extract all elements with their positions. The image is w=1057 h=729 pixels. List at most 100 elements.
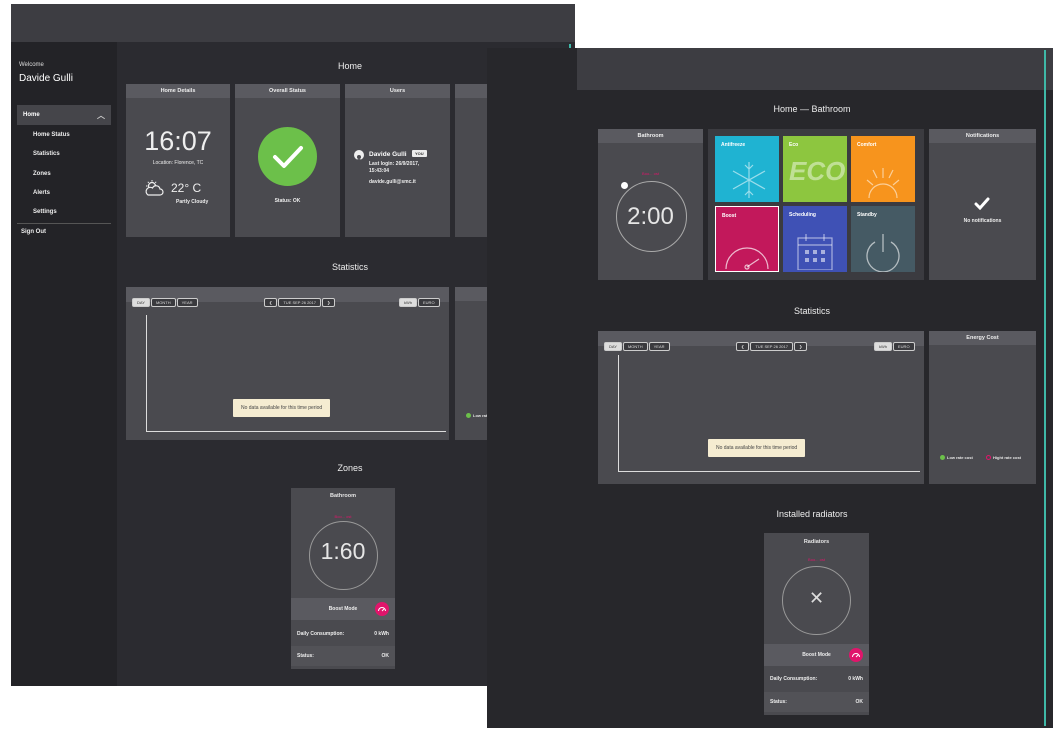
low-rate-legend-icon — [940, 455, 945, 460]
boost-toggle-icon[interactable] — [375, 602, 389, 616]
welcome-label: Welcome — [19, 62, 44, 68]
status-value: OK — [855, 699, 864, 705]
bathroom-window: Home — Bathroom Bathroom Boo... ost 2:00… — [487, 48, 1053, 728]
year-button[interactable]: YEAR — [648, 342, 670, 351]
user-name: Davide Gulli — [369, 151, 407, 158]
calendar-icon — [797, 234, 833, 270]
sidebar-item-home[interactable]: Home ︿ — [17, 105, 111, 125]
euro-button[interactable]: EURO — [893, 342, 915, 351]
radiators-title: Installed radiators — [776, 509, 848, 519]
zone-card[interactable]: Bathroom Boo... ost 1:60 Boost Mode Dail… — [291, 488, 395, 669]
zone-name: Bathroom — [330, 493, 356, 499]
scroll-accent-line — [1044, 50, 1046, 726]
date-navigator: ❮ TUE SEP 26 2017 ❯ — [736, 335, 808, 353]
title-bar — [11, 4, 575, 42]
checkmark-icon — [974, 197, 990, 211]
month-button[interactable]: MONTH — [622, 342, 648, 351]
low-rate-legend-icon — [466, 413, 471, 418]
boost-label: Boo... ost — [334, 514, 352, 519]
euro-button[interactable]: EURO — [418, 298, 440, 307]
mode-tile-standby[interactable]: Standby — [851, 206, 915, 272]
no-data-message: No data available for this time period — [708, 439, 806, 457]
sidebar-item-zones[interactable]: Zones — [33, 171, 51, 177]
dial-handle[interactable] — [621, 182, 628, 189]
statistics-title: Statistics — [793, 306, 830, 316]
mode-tile-boost[interactable]: Boost — [715, 206, 779, 272]
prev-date-button[interactable]: ❮ — [264, 298, 278, 307]
mode-tile-scheduling[interactable]: Scheduling — [783, 206, 847, 272]
overall-status-card: Overall Status Status: OK — [235, 84, 340, 237]
date-display: TUE SEP 26 2017 — [750, 342, 793, 351]
last-login-text: Last login: 26/9/2017, 15:43:04 — [369, 161, 420, 174]
snowflake-icon — [732, 162, 766, 198]
sidebar-item-statistics[interactable]: Statistics — [33, 151, 60, 157]
boost-label: Boo... ost — [642, 171, 659, 176]
kwh-button[interactable]: kWh — [874, 342, 892, 351]
daily-consumption-value: 0 kWh — [848, 676, 863, 682]
chevron-up-icon: ︿ — [97, 111, 105, 120]
card-header: Energy Cost — [929, 331, 1036, 345]
mode-tile-antifreeze[interactable]: Antifreeze — [715, 136, 779, 202]
chart-x-axis — [618, 471, 920, 472]
notifications-card: Notifications No notifications — [929, 129, 1036, 280]
bathroom-card: Bathroom Boo... ost 2:00 — [598, 129, 703, 280]
unit-buttons: kWh EURO — [399, 291, 441, 309]
user-name: Davide Gulli — [19, 73, 73, 84]
sidebar-item-settings[interactable]: Settings — [33, 209, 57, 215]
next-date-button[interactable]: ❯ — [321, 298, 336, 307]
card-header: Overall Status — [235, 84, 340, 98]
month-button[interactable]: MONTH — [150, 298, 176, 307]
daily-consumption-label: Daily Consumption: — [770, 676, 818, 682]
clock-time: 16:07 — [144, 126, 212, 156]
location-text: Location: Florence, TC — [152, 160, 204, 166]
mode-tile-eco[interactable]: Eco ECO — [783, 136, 847, 202]
statistics-chart-card: DAY MONTH YEAR ❮ TUE SEP 26 2017 ❯ kWh EURO N… — [126, 287, 449, 440]
kwh-button[interactable]: kWh — [399, 298, 417, 307]
statistics-chart-card: DAY MONTH YEAR ❮ TUE SEP 26 2017 ❯ kWh EURO N… — [598, 331, 924, 484]
temperature: 22° C — [171, 181, 202, 195]
home-details-card: Home Details 16:07 Location: Florence, T… — [126, 84, 230, 237]
year-button[interactable]: YEAR — [176, 298, 198, 307]
users-card: Users Davide Gulli YOU Last login: 26/9/… — [345, 84, 450, 237]
sidebar-item-home-status[interactable]: Home Status — [33, 132, 70, 138]
zone-time: 1:60 — [320, 538, 366, 564]
radiator-name: Radiators — [803, 539, 830, 545]
boost-label: Boo... ost — [808, 557, 825, 562]
unit-buttons: kWh EURO — [874, 335, 916, 353]
status-row: Status: OK — [291, 646, 395, 666]
prev-date-button[interactable]: ❮ — [736, 342, 750, 351]
sidebar-item-alerts[interactable]: Alerts — [33, 190, 50, 196]
chart-y-axis — [146, 315, 147, 431]
daily-consumption-label: Daily Consumption: — [297, 631, 345, 637]
mode-label: Scheduling — [789, 212, 816, 218]
low-rate-label: Low rate cost — [947, 455, 973, 460]
no-data-message: No data available for this time period — [233, 399, 331, 417]
next-date-button[interactable]: ❯ — [793, 342, 808, 351]
close-icon: ✕ — [808, 588, 825, 608]
card-header: Notifications — [929, 129, 1036, 143]
card-header: Home Details — [126, 84, 230, 98]
radiator-card[interactable]: Radiators Boo... ost ✕ Boost Mode Daily … — [764, 533, 869, 715]
boost-mode-row: Boost Mode — [291, 598, 395, 620]
card-header: Users — [345, 84, 450, 98]
high-rate-label: Hight rate cost — [993, 455, 1022, 460]
daily-consumption-row: Daily Consumption: 0 kWh — [764, 669, 869, 689]
range-buttons: DAY MONTH YEAR — [604, 335, 671, 353]
sign-out-link[interactable]: Sign Out — [21, 229, 46, 235]
status-text: Status: OK — [274, 198, 301, 204]
gauge-icon — [725, 247, 769, 270]
boost-mode-label: Boost Mode — [328, 606, 358, 612]
daily-consumption-row: Daily Consumption: 0 kWh — [291, 624, 395, 644]
user-email: davide.gulli@smc.it — [369, 179, 416, 185]
bathroom-time: 2:00 — [627, 203, 674, 230]
mode-label: Antifreeze — [721, 142, 746, 148]
day-button[interactable]: DAY — [132, 298, 150, 307]
mode-tile-comfort[interactable]: Comfort — [851, 136, 915, 202]
notifications-text: No notifications — [963, 218, 1002, 224]
day-button[interactable]: DAY — [604, 342, 622, 351]
boost-toggle-icon[interactable] — [849, 648, 863, 662]
title-bar — [577, 48, 1053, 90]
status-label: Status: — [770, 699, 787, 705]
high-rate-legend-icon — [986, 455, 991, 460]
status-row: Status: OK — [764, 692, 869, 712]
